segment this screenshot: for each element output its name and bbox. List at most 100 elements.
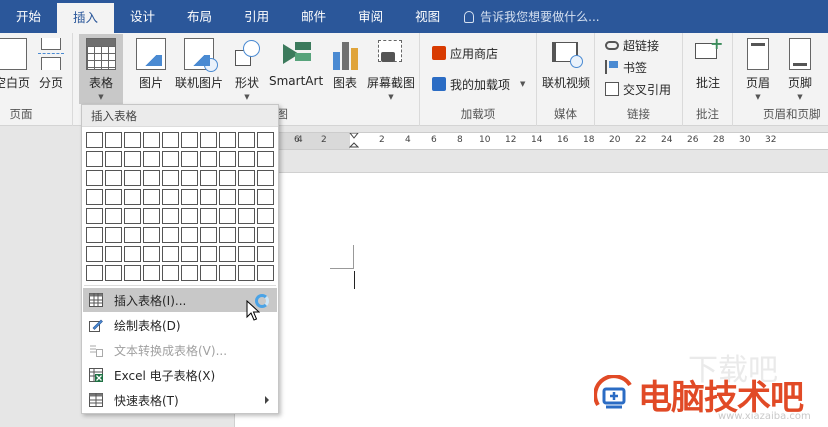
table-grid-cell[interactable] [219, 246, 236, 262]
table-grid-cell[interactable] [238, 151, 255, 167]
table-grid-cell[interactable] [162, 132, 179, 148]
table-grid-cell[interactable] [162, 170, 179, 186]
table-grid-cell[interactable] [200, 265, 217, 281]
table-grid-cell[interactable] [219, 170, 236, 186]
table-grid-cell[interactable] [105, 227, 122, 243]
table-grid-cell[interactable] [143, 189, 160, 205]
table-grid-cell[interactable] [105, 151, 122, 167]
excel-spreadsheet-item[interactable]: Excel 电子表格(X) [83, 363, 277, 387]
table-grid-cell[interactable] [105, 189, 122, 205]
tab-insert[interactable]: 插入 [57, 3, 115, 33]
table-grid-cell[interactable] [200, 132, 217, 148]
chart-button[interactable]: 图表 [329, 38, 361, 91]
tab-layout[interactable]: 布局 [171, 0, 228, 33]
tab-review[interactable]: 审阅 [342, 0, 399, 33]
table-grid-cell[interactable] [162, 208, 179, 224]
table-grid-cell[interactable] [181, 208, 198, 224]
table-grid-cell[interactable] [124, 227, 141, 243]
table-grid-cell[interactable] [143, 227, 160, 243]
table-grid-cell[interactable] [219, 265, 236, 281]
picture-button[interactable]: 图片 [135, 38, 167, 91]
table-grid-cell[interactable] [200, 208, 217, 224]
table-grid-cell[interactable] [86, 227, 103, 243]
table-grid-cell[interactable] [257, 208, 274, 224]
tab-references[interactable]: 引用 [228, 0, 285, 33]
table-grid-cell[interactable] [105, 265, 122, 281]
screenshot-button[interactable]: 屏幕截图 ▼ [365, 38, 417, 101]
table-grid-cell[interactable] [181, 151, 198, 167]
table-grid-cell[interactable] [219, 189, 236, 205]
table-grid-cell[interactable] [238, 265, 255, 281]
table-grid-cell[interactable] [124, 132, 141, 148]
table-grid-cell[interactable] [219, 227, 236, 243]
table-grid-cell[interactable] [86, 189, 103, 205]
table-grid-cell[interactable] [143, 208, 160, 224]
hyperlink-button[interactable]: 超链接 [605, 35, 659, 55]
table-grid-cell[interactable] [162, 246, 179, 262]
table-grid-cell[interactable] [219, 208, 236, 224]
table-grid-cell[interactable] [162, 265, 179, 281]
table-grid-cell[interactable] [105, 208, 122, 224]
indent-marker-icon[interactable] [349, 133, 359, 149]
tell-me-box[interactable]: 告诉我您想要做什么... [456, 0, 600, 33]
table-grid-cell[interactable] [143, 170, 160, 186]
online-video-button[interactable]: 联机视频 [540, 38, 592, 91]
table-grid-cell[interactable] [257, 189, 274, 205]
table-grid-cell[interactable] [124, 170, 141, 186]
my-addins-button[interactable]: 我的加载项 ▼ [432, 74, 525, 94]
table-grid-cell[interactable] [86, 151, 103, 167]
table-grid-cell[interactable] [219, 132, 236, 148]
table-grid-cell[interactable] [124, 265, 141, 281]
table-grid-cell[interactable] [162, 151, 179, 167]
table-grid-cell[interactable] [257, 170, 274, 186]
table-grid-cell[interactable] [181, 132, 198, 148]
tab-view[interactable]: 视图 [399, 0, 456, 33]
table-grid-cell[interactable] [257, 151, 274, 167]
table-grid-cell[interactable] [238, 246, 255, 262]
tab-mailings[interactable]: 邮件 [285, 0, 342, 33]
table-grid-cell[interactable] [86, 132, 103, 148]
table-grid-cell[interactable] [124, 151, 141, 167]
smartart-button[interactable]: SmartArt [269, 38, 323, 88]
tab-home[interactable]: 开始 [0, 0, 57, 33]
table-grid-cell[interactable] [162, 227, 179, 243]
cross-reference-button[interactable]: 交叉引用 [605, 79, 671, 99]
table-grid-cell[interactable] [200, 151, 217, 167]
table-grid-cell[interactable] [181, 265, 198, 281]
table-grid-cell[interactable] [181, 189, 198, 205]
table-grid-cell[interactable] [257, 132, 274, 148]
page-break-button[interactable]: 分页 [34, 38, 68, 91]
table-grid-cell[interactable] [124, 189, 141, 205]
table-grid-cell[interactable] [238, 132, 255, 148]
table-grid-cell[interactable] [181, 246, 198, 262]
table-grid-cell[interactable] [86, 208, 103, 224]
table-grid-cell[interactable] [238, 208, 255, 224]
table-grid-cell[interactable] [105, 170, 122, 186]
footer-button[interactable]: 页脚 ▼ [783, 38, 817, 101]
shapes-button[interactable]: 形状 ▼ [231, 38, 263, 101]
table-grid-cell[interactable] [257, 227, 274, 243]
header-button[interactable]: 页眉 ▼ [741, 38, 775, 101]
tab-design[interactable]: 设计 [114, 0, 171, 33]
table-grid-cell[interactable] [181, 227, 198, 243]
table-grid-cell[interactable] [238, 170, 255, 186]
bookmark-button[interactable]: 书签 [605, 57, 647, 77]
table-grid-cell[interactable] [181, 170, 198, 186]
table-grid-cell[interactable] [200, 246, 217, 262]
table-grid-cell[interactable] [124, 246, 141, 262]
table-grid-cell[interactable] [238, 189, 255, 205]
table-grid-cell[interactable] [200, 189, 217, 205]
store-button[interactable]: 应用商店 [432, 43, 498, 63]
table-grid-cell[interactable] [257, 265, 274, 281]
table-grid-cell[interactable] [105, 246, 122, 262]
horizontal-ruler[interactable]: 6 4 2 2 4 6 8 10 12 14 16 18 20 22 24 26… [235, 132, 828, 150]
table-grid-cell[interactable] [257, 246, 274, 262]
table-button[interactable]: 表格 ▼ [81, 38, 121, 101]
table-grid-cell[interactable] [162, 189, 179, 205]
quick-tables-item[interactable]: 快速表格(T) [83, 388, 277, 412]
table-grid-cell[interactable] [143, 151, 160, 167]
table-grid-cell[interactable] [86, 170, 103, 186]
online-picture-button[interactable]: 联机图片 [175, 38, 223, 91]
table-grid-cell[interactable] [219, 151, 236, 167]
table-grid-cell[interactable] [200, 170, 217, 186]
